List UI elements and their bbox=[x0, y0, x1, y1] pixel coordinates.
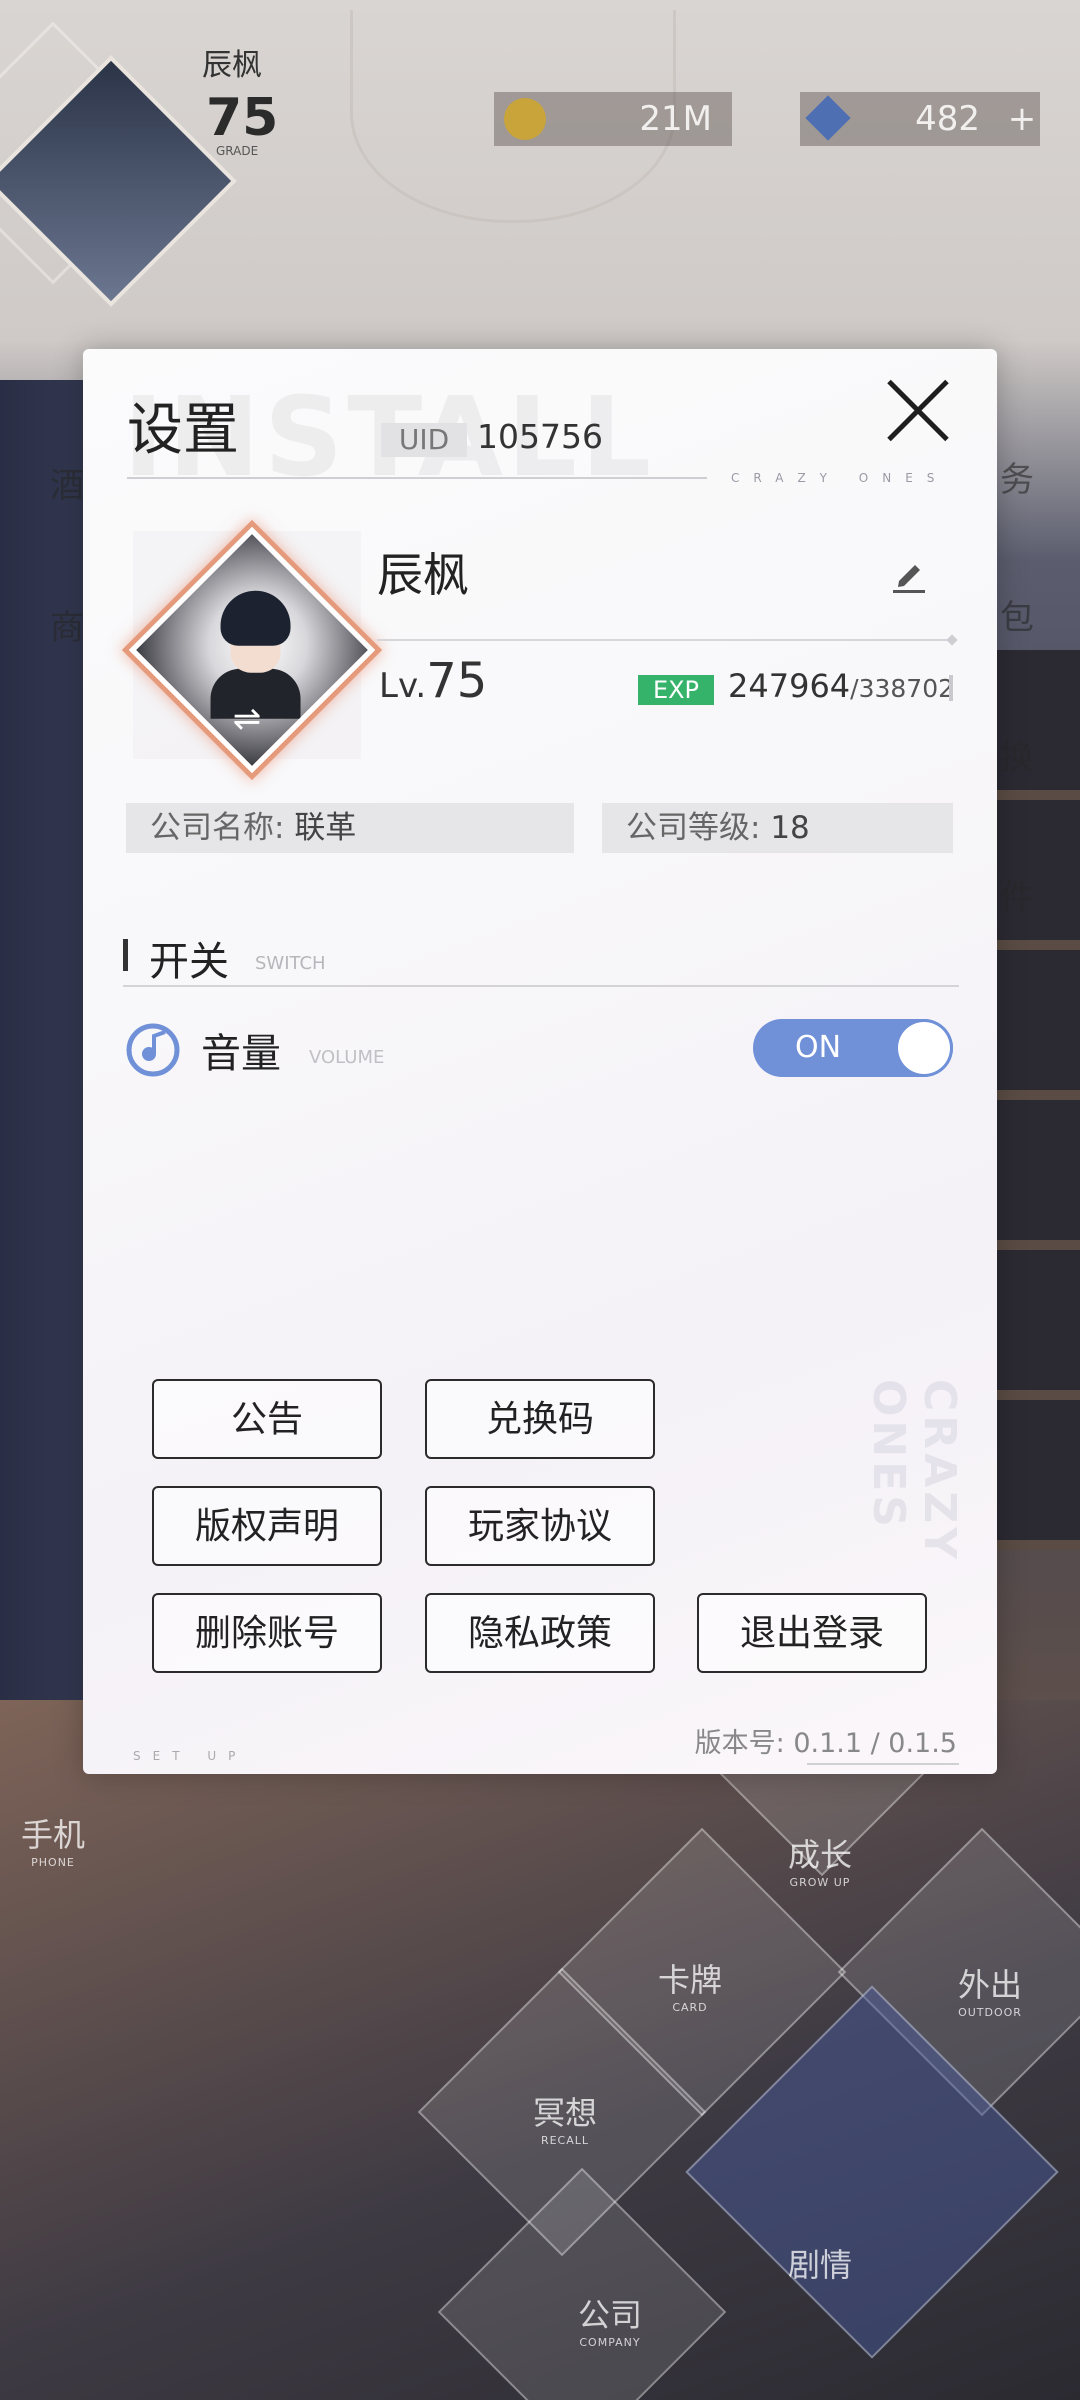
menu-card[interactable]: 卡牌 CARD bbox=[640, 1955, 740, 2014]
gem-icon bbox=[805, 95, 851, 141]
company-name-box: 公司名称: 联革 bbox=[126, 803, 574, 853]
uid-value: 105756 bbox=[477, 417, 603, 456]
exp-badge: EXP bbox=[638, 675, 714, 705]
menu-phone[interactable]: 手机 PHONE bbox=[8, 1810, 98, 1869]
company-level-label: 公司等级: bbox=[626, 810, 761, 846]
player-agreement-button[interactable]: 玩家协议 bbox=[425, 1486, 655, 1566]
company-name-label: 公司名称: bbox=[150, 810, 285, 846]
side-label-right: 换 bbox=[1000, 738, 1034, 778]
setup-caption: SET UP bbox=[133, 1749, 248, 1763]
switch-section-title: 开关 bbox=[149, 939, 229, 985]
section-marker bbox=[123, 939, 128, 971]
player-level: Lv.75 bbox=[379, 653, 487, 709]
edit-name-icon[interactable] bbox=[889, 555, 929, 595]
title-divider bbox=[127, 477, 707, 479]
player-name: 辰枫 bbox=[377, 548, 469, 602]
menu-grow-up[interactable]: 成长 GROW UP bbox=[770, 1830, 870, 1889]
crazy-ones-caption: CRAZY ONES bbox=[731, 471, 949, 485]
menu-outdoor[interactable]: 外出 OUTDOOR bbox=[940, 1960, 1040, 2019]
side-label-left: 酒 bbox=[50, 466, 84, 506]
menu-story[interactable]: 剧情 bbox=[770, 2240, 870, 2286]
player-avatar[interactable]: ⇌ bbox=[127, 525, 376, 774]
section-divider bbox=[123, 985, 959, 987]
exp-bar bbox=[949, 675, 953, 701]
notice-button[interactable]: 公告 bbox=[152, 1379, 382, 1459]
dialog-title: 设置 bbox=[127, 398, 239, 463]
coin-counter: 21M bbox=[494, 92, 732, 146]
hud-player-name: 辰枫 bbox=[202, 48, 262, 83]
menu-recall[interactable]: 冥想 RECALL bbox=[515, 2088, 615, 2147]
name-divider bbox=[377, 639, 952, 641]
coin-icon bbox=[504, 98, 546, 140]
delete-account-button[interactable]: 删除账号 bbox=[152, 1593, 382, 1673]
level-value: 75 bbox=[426, 653, 488, 709]
side-label-right: 包 bbox=[1000, 598, 1034, 638]
side-label-left: 商 bbox=[50, 608, 84, 648]
exp-current: 247964 bbox=[728, 667, 851, 705]
gem-counter: 482 + bbox=[800, 92, 1040, 146]
hud-player-level: 75 bbox=[206, 88, 279, 148]
version-underline bbox=[807, 1763, 959, 1765]
menu-company[interactable]: 公司 COMPANY bbox=[560, 2290, 660, 2349]
add-gems-button[interactable]: + bbox=[1002, 92, 1042, 146]
coin-value: 21M bbox=[639, 99, 712, 139]
company-name-value: 联革 bbox=[294, 810, 357, 846]
toggle-knob bbox=[898, 1022, 950, 1074]
exp-progress: 247964/338702 bbox=[728, 667, 954, 705]
version-info: 版本号: 0.1.1 / 0.1.5 bbox=[695, 1721, 957, 1760]
copyright-button[interactable]: 版权声明 bbox=[152, 1486, 382, 1566]
volume-label: 音量 bbox=[201, 1031, 281, 1077]
company-level-box: 公司等级: 18 bbox=[602, 803, 953, 853]
volume-sublabel: VOLUME bbox=[309, 1047, 385, 1068]
switch-section-subtitle: SWITCH bbox=[255, 953, 326, 974]
side-label-right: 件 bbox=[1000, 878, 1034, 918]
version-label: 版本号: bbox=[694, 1728, 785, 1759]
redeem-code-button[interactable]: 兑换码 bbox=[425, 1379, 655, 1459]
gem-value: 482 bbox=[915, 99, 980, 139]
version-value: 0.1.1 / 0.1.5 bbox=[793, 1728, 957, 1759]
toggle-state: ON bbox=[794, 1030, 842, 1065]
side-label-right: 务 bbox=[1000, 460, 1034, 500]
volume-icon bbox=[126, 1023, 180, 1077]
uid-label: UID bbox=[381, 423, 467, 457]
swap-avatar-icon[interactable]: ⇌ bbox=[227, 701, 267, 737]
volume-toggle[interactable]: ON bbox=[753, 1019, 953, 1077]
level-prefix: Lv. bbox=[379, 666, 427, 706]
close-button[interactable] bbox=[883, 375, 953, 445]
hud-grade-label: GRADE bbox=[216, 144, 259, 158]
company-level-value: 18 bbox=[770, 810, 810, 846]
character-portrait bbox=[210, 590, 301, 719]
privacy-policy-button[interactable]: 隐私政策 bbox=[425, 1593, 655, 1673]
logout-button[interactable]: 退出登录 bbox=[697, 1593, 927, 1673]
exp-max: /338702 bbox=[850, 674, 955, 703]
settings-dialog: INSTALL 设置 UID 105756 CRAZY ONES ⇌ 辰枫 Lv… bbox=[83, 349, 997, 1774]
